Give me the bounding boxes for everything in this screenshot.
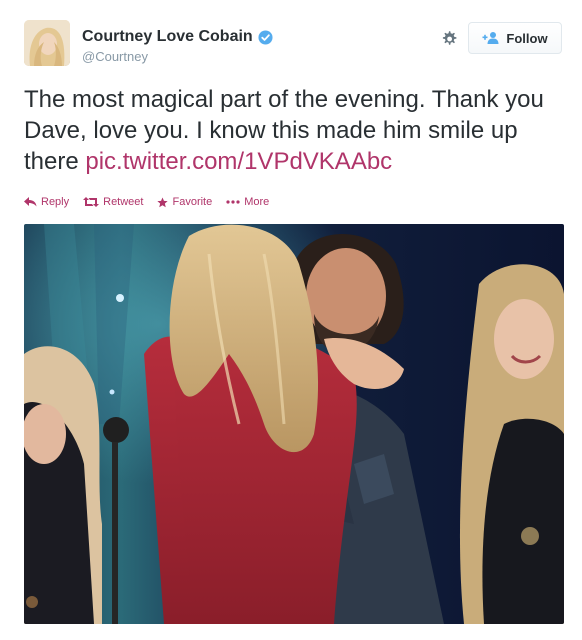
reply-button[interactable]: Reply bbox=[24, 196, 69, 208]
tweet-photo-link[interactable]: pic.twitter.com/1VPdVKAAbc bbox=[85, 148, 392, 175]
star-icon bbox=[157, 196, 169, 207]
user-screen-name[interactable]: @Courtney bbox=[82, 49, 273, 64]
reply-label: Reply bbox=[41, 196, 70, 208]
retweet-icon bbox=[83, 197, 100, 207]
tweet-header: Courtney Love Cobain @Courtney Follow bbox=[24, 20, 564, 70]
retweet-button[interactable]: Retweet bbox=[83, 196, 143, 208]
user-avatar[interactable] bbox=[24, 20, 70, 66]
more-dots-icon bbox=[226, 200, 240, 204]
tweet-text: The most magical part of the evening. Th… bbox=[24, 84, 564, 177]
tweet-photo[interactable] bbox=[24, 224, 564, 624]
follow-button-label: Follow bbox=[506, 30, 548, 46]
user-full-name[interactable]: Courtney Love Cobain bbox=[82, 28, 253, 46]
more-label: More bbox=[244, 196, 270, 208]
retweet-label: Retweet bbox=[103, 196, 144, 208]
gear-icon[interactable] bbox=[439, 29, 459, 49]
favorite-label: Favorite bbox=[172, 196, 213, 208]
tweet-actions: Reply Retweet Favorite More bbox=[24, 196, 269, 208]
follow-button[interactable]: Follow bbox=[468, 22, 562, 54]
reply-icon bbox=[24, 197, 37, 207]
verified-badge-icon bbox=[258, 29, 273, 45]
add-user-icon bbox=[482, 32, 499, 44]
user-info: Courtney Love Cobain @Courtney bbox=[82, 28, 273, 64]
favorite-button[interactable]: Favorite bbox=[157, 196, 212, 208]
more-button[interactable]: More bbox=[226, 196, 269, 208]
